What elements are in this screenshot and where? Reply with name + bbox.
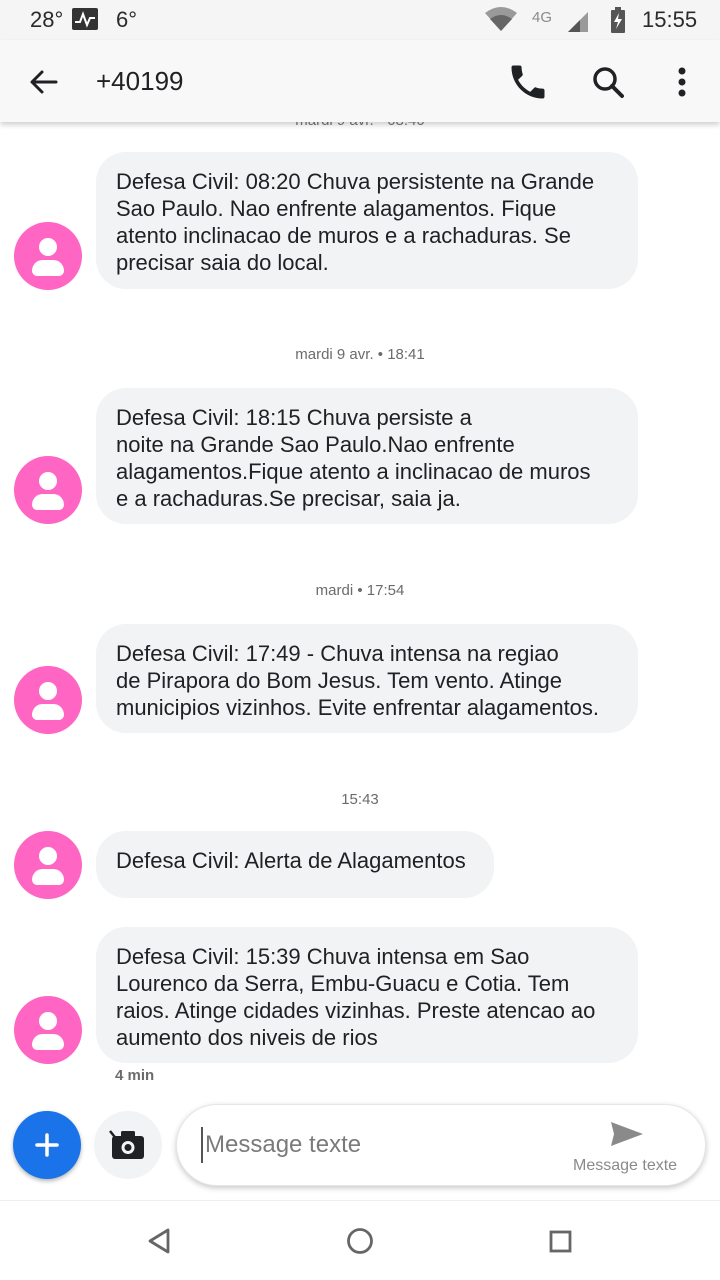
home-nav-button[interactable] bbox=[342, 1223, 378, 1259]
person-icon bbox=[39, 472, 57, 490]
wifi-icon bbox=[484, 7, 518, 40]
person-icon bbox=[39, 238, 57, 256]
message-bubble[interactable]: Defesa Civil: Alerta de Alagamentos bbox=[96, 831, 494, 898]
message-field: Message texte bbox=[176, 1104, 706, 1186]
avatar[interactable] bbox=[14, 222, 82, 290]
temperature-indicator: 28° bbox=[30, 7, 64, 32]
message-text-line: Defesa Civil: 15:39 Chuva intensa em Sao bbox=[116, 944, 530, 969]
conversation-title: +40199 bbox=[96, 66, 184, 96]
message-text-line: precisar saia do local. bbox=[116, 250, 329, 275]
more-vert-icon bbox=[678, 67, 686, 97]
send-label: Message texte bbox=[573, 1157, 678, 1174]
timestamp: 15:43 bbox=[341, 791, 379, 808]
message-text-line: Defesa Civil: 18:15 Chuva persiste a bbox=[116, 405, 472, 430]
square-recents-icon bbox=[549, 1230, 572, 1253]
message-text-line: raios. Atinge cidades vizinhas. Preste a… bbox=[116, 998, 596, 1023]
message-text-line: e a rachaduras.Se precisar, saia ja. bbox=[116, 486, 461, 511]
person-icon bbox=[39, 847, 57, 865]
message-text-line: Sao Paulo. Nao enfrente alagamentos. Fiq… bbox=[116, 196, 557, 221]
message-text-line: de Pirapora do Bom Jesus. Tem vento. Ati… bbox=[116, 668, 562, 693]
app-bar: +40199 bbox=[0, 40, 720, 122]
timestamp: mardi 9 avr. • 18:41 bbox=[295, 346, 425, 363]
signal-icon bbox=[566, 10, 590, 39]
message-text-line: atento inclinacao de muros e a rachadura… bbox=[116, 223, 571, 248]
back-button[interactable] bbox=[22, 60, 66, 104]
message-bubble[interactable]: Defesa Civil: 18:15 Chuva persiste a noi… bbox=[96, 388, 638, 524]
compose-bar: Message texte bbox=[0, 1100, 720, 1200]
phone-icon bbox=[511, 65, 545, 99]
message-text-line: municipios vizinhos. Evite enfrentar ala… bbox=[116, 695, 600, 720]
weather-indicator: 6° bbox=[116, 7, 138, 32]
activity-icon bbox=[72, 8, 98, 30]
message-time: 4 min bbox=[115, 1067, 155, 1084]
status-bar: 28° 6° 4G 15:55 bbox=[0, 0, 720, 40]
triangle-back-icon bbox=[148, 1228, 170, 1254]
message-bubble[interactable]: Defesa Civil: 08:20 Chuva persistente na… bbox=[96, 152, 638, 289]
camera-button[interactable] bbox=[94, 1111, 162, 1179]
search-button[interactable] bbox=[586, 60, 630, 104]
search-icon bbox=[593, 67, 624, 98]
recents-nav-button[interactable] bbox=[542, 1223, 578, 1259]
message-text-line: alagamentos.Fique atento a inclinacao de… bbox=[116, 459, 591, 484]
call-button[interactable] bbox=[506, 60, 550, 104]
battery-icon bbox=[610, 7, 626, 40]
navigation-bar bbox=[0, 1200, 720, 1280]
avatar[interactable] bbox=[14, 996, 82, 1064]
message-input[interactable] bbox=[201, 1127, 561, 1163]
person-icon bbox=[39, 1012, 57, 1030]
send-button[interactable] bbox=[601, 1119, 649, 1149]
network-type: 4G bbox=[532, 9, 553, 26]
camera-icon bbox=[109, 1130, 144, 1159]
add-button[interactable] bbox=[13, 1111, 81, 1179]
timestamp: mardi • 17:54 bbox=[315, 582, 405, 599]
message-text-line: aumento dos niveis de rios bbox=[116, 1025, 378, 1050]
avatar[interactable] bbox=[14, 456, 82, 524]
message-text-line: Defesa Civil: Alerta de Alagamentos bbox=[116, 848, 466, 873]
message-text-line: Defesa Civil: 08:20 Chuva persistente na… bbox=[116, 169, 595, 194]
message-text-line: Defesa Civil: 17:49 - Chuva intensa na r… bbox=[116, 641, 559, 666]
person-icon bbox=[39, 682, 57, 700]
back-nav-button[interactable] bbox=[142, 1223, 178, 1259]
arrow-back-icon bbox=[30, 70, 58, 94]
message-bubble[interactable]: Defesa Civil: 17:49 - Chuva intensa na r… bbox=[96, 624, 638, 733]
message-bubble[interactable]: Defesa Civil: 15:39 Chuva intensa em Sao… bbox=[96, 927, 638, 1063]
avatar[interactable] bbox=[14, 831, 82, 899]
plus-icon bbox=[35, 1133, 59, 1157]
more-options-button[interactable] bbox=[664, 60, 700, 104]
clock: 15:55 bbox=[642, 7, 698, 32]
avatar[interactable] bbox=[14, 666, 82, 734]
message-text-line: noite na Grande Sao Paulo.Nao enfrente bbox=[116, 432, 515, 457]
send-icon bbox=[611, 1122, 643, 1146]
circle-home-icon bbox=[347, 1228, 373, 1254]
message-text-line: Lourenco da Serra, Embu-Guacu e Cotia. T… bbox=[116, 971, 570, 996]
